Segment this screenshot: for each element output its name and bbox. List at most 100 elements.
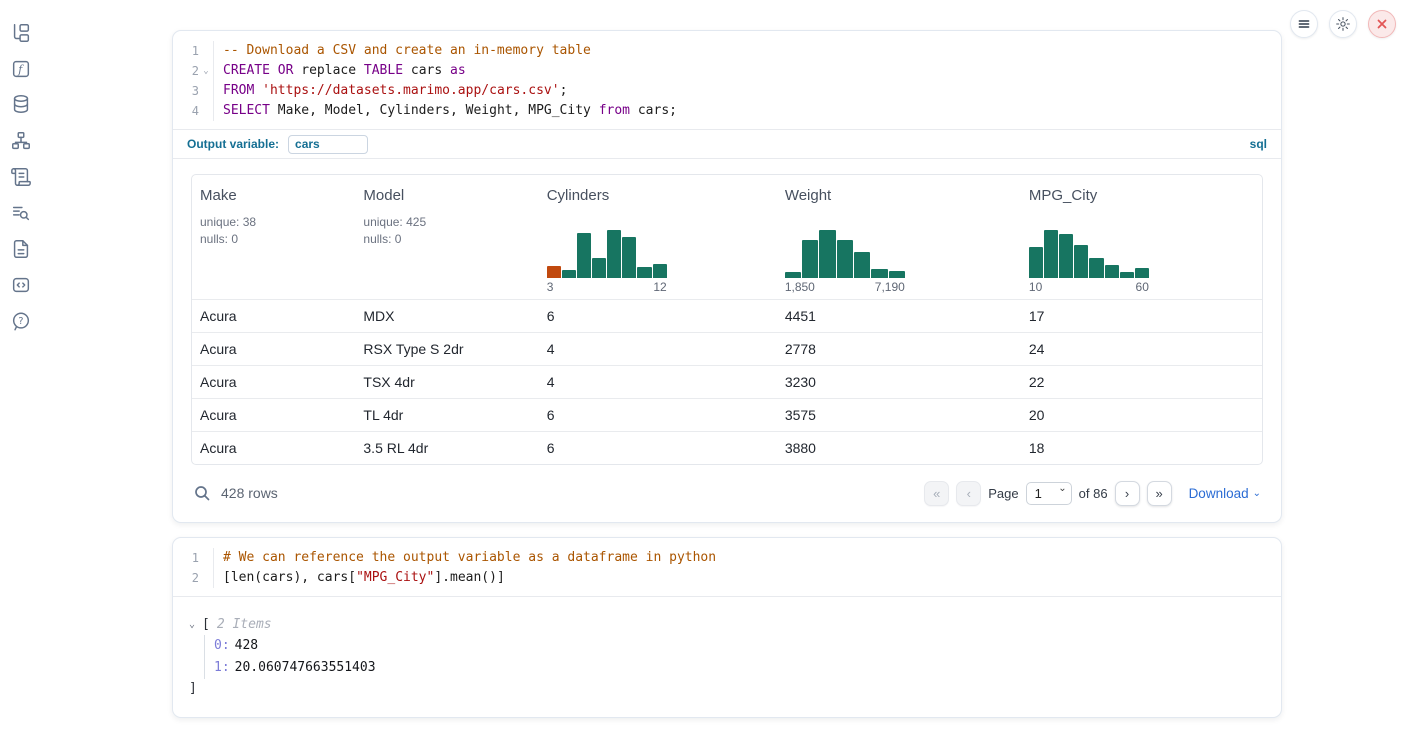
line-number: 2 (173, 61, 199, 81)
fold-spacer (199, 81, 213, 101)
column-name: Make (200, 187, 355, 204)
histogram-bar (592, 258, 606, 278)
table-cell: 6 (539, 308, 777, 324)
help-icon[interactable]: ? (10, 310, 32, 332)
sql-output-area: Makeunique: 38nulls: 0Modelunique: 425nu… (173, 159, 1281, 522)
code-text: CREATE OR replace TABLE cars as (214, 61, 466, 81)
prev-page-button[interactable]: ‹ (956, 481, 981, 506)
column-name: MPG_City (1029, 187, 1262, 204)
fold-spacer (199, 568, 213, 588)
settings-button[interactable] (1329, 10, 1357, 38)
chevron-down-icon[interactable]: ⌄ (189, 619, 202, 630)
histogram-axis: 3 12 (547, 280, 667, 294)
code-token: # We can reference the output variable a… (223, 550, 716, 565)
table-cell: RSX Type S 2dr (355, 341, 538, 357)
code-token: replace (293, 63, 363, 78)
histogram-bars (1029, 228, 1149, 278)
code-token: TABLE (364, 63, 403, 78)
table-cell: MDX (355, 308, 538, 324)
histogram-axis: 1,8507,190 (785, 280, 905, 294)
code-text: SELECT Make, Model, Cylinders, Weight, M… (214, 101, 677, 121)
tree-entry: 0:428 (214, 635, 1261, 657)
table-cell: 3230 (777, 374, 1021, 390)
table-body: Acura MDX6445117 AcuraRSX Type S 2dr427782… (192, 299, 1262, 464)
axis-max-label: 12 (653, 280, 666, 294)
output-variable-label: Output variable: (187, 137, 279, 151)
fold-spacer (199, 101, 213, 121)
axis-max-label: 60 (1136, 280, 1149, 294)
logs-search-icon[interactable] (10, 202, 32, 224)
table-cell: 22 (1021, 374, 1262, 390)
line-number: 3 (173, 81, 199, 101)
file-tree-icon[interactable] (10, 22, 32, 44)
functions-icon[interactable]: f (10, 58, 32, 80)
code-line: 4 SELECT Make, Model, Cylinders, Weight, … (173, 101, 1281, 121)
python-code-editor[interactable]: 1 # We can reference the output variable … (173, 538, 1281, 596)
output-variable-input[interactable] (288, 135, 368, 154)
first-page-button[interactable]: « (924, 481, 949, 506)
histogram-bar (889, 271, 905, 278)
histogram-bar (1059, 234, 1073, 278)
table-footer: 428 rows « ‹ Page 1 of 86 › » Download ⌄ (191, 478, 1263, 508)
code-token: cars; (630, 103, 677, 118)
histogram-bar (547, 266, 561, 278)
download-button[interactable]: Download ⌄ (1189, 486, 1261, 501)
histogram-bar (653, 264, 667, 278)
table-cell: 24 (1021, 341, 1262, 357)
menu-button[interactable] (1290, 10, 1318, 38)
svg-text:f: f (17, 63, 24, 76)
histogram-bar (1120, 272, 1134, 278)
histogram-bars (547, 228, 667, 278)
gear-icon (1335, 16, 1351, 32)
table-row: Acura3.5 RL 4dr6388018 (192, 431, 1262, 464)
code-text: -- Download a CSV and create an in-memor… (214, 41, 591, 61)
database-icon[interactable] (10, 93, 32, 115)
table-row: AcuraRSX Type S 2dr4277824 (192, 332, 1262, 365)
hamburger-icon (1297, 17, 1311, 31)
gutter: 2 (173, 568, 214, 588)
row-count: 428 rows (221, 485, 278, 501)
code-text: FROM 'https://datasets.marimo.app/cars.c… (214, 81, 567, 101)
table-cell: TSX 4dr (355, 374, 538, 390)
search-icon[interactable] (193, 484, 211, 502)
code-token: [len(cars), cars[ (223, 570, 356, 585)
sql-code-editor[interactable]: 1-- Download a CSV and create an in-memo… (173, 31, 1281, 129)
gutter: 1 (173, 41, 214, 61)
code-text: # We can reference the output variable a… (214, 548, 716, 568)
code-token: 'https://datasets.marimo.app/cars.csv' (262, 83, 559, 98)
axis-min-label: 3 (547, 280, 554, 294)
code-token: ].mean()] (434, 570, 504, 585)
last-page-button[interactable]: » (1147, 481, 1172, 506)
dependency-graph-icon[interactable] (10, 130, 32, 152)
snippets-icon[interactable] (10, 274, 32, 296)
next-page-button[interactable]: › (1115, 481, 1140, 506)
table-cell: 4451 (777, 308, 1021, 324)
scripts-icon[interactable] (10, 166, 32, 188)
fold-spacer (199, 41, 213, 61)
table-row: AcuraTSX 4dr4323022 (192, 365, 1262, 398)
histogram-bar (607, 230, 621, 278)
tree-entry-key: 1: (214, 660, 230, 675)
histogram-bar (785, 272, 801, 278)
gutter: 4 (173, 101, 214, 121)
line-number: 2 (173, 568, 199, 588)
column-stat: unique: 38 (200, 214, 355, 231)
shutdown-button[interactable] (1368, 10, 1396, 38)
column-header: Modelunique: 425nulls: 0 (355, 175, 538, 299)
documentation-icon[interactable] (10, 238, 32, 260)
chevron-down-icon: ⌄ (1253, 488, 1261, 499)
line-number: 1 (173, 548, 199, 568)
table-cell: 17 (1021, 308, 1262, 324)
histogram-bar (1089, 258, 1103, 278)
page-select-wrap: 1 (1026, 482, 1072, 505)
table-cell: 4 (539, 374, 777, 390)
code-token (254, 83, 262, 98)
code-line: 1-- Download a CSV and create an in-memo… (173, 41, 1281, 61)
fold-chevron-icon[interactable]: ⌄ (199, 61, 213, 81)
table-cell: Acura (192, 374, 355, 390)
page-select[interactable]: 1 (1026, 482, 1072, 505)
gutter: 2⌄ (173, 61, 214, 81)
line-number: 4 (173, 101, 199, 121)
column-name: Model (363, 187, 538, 204)
table-cell: 4 (539, 341, 777, 357)
